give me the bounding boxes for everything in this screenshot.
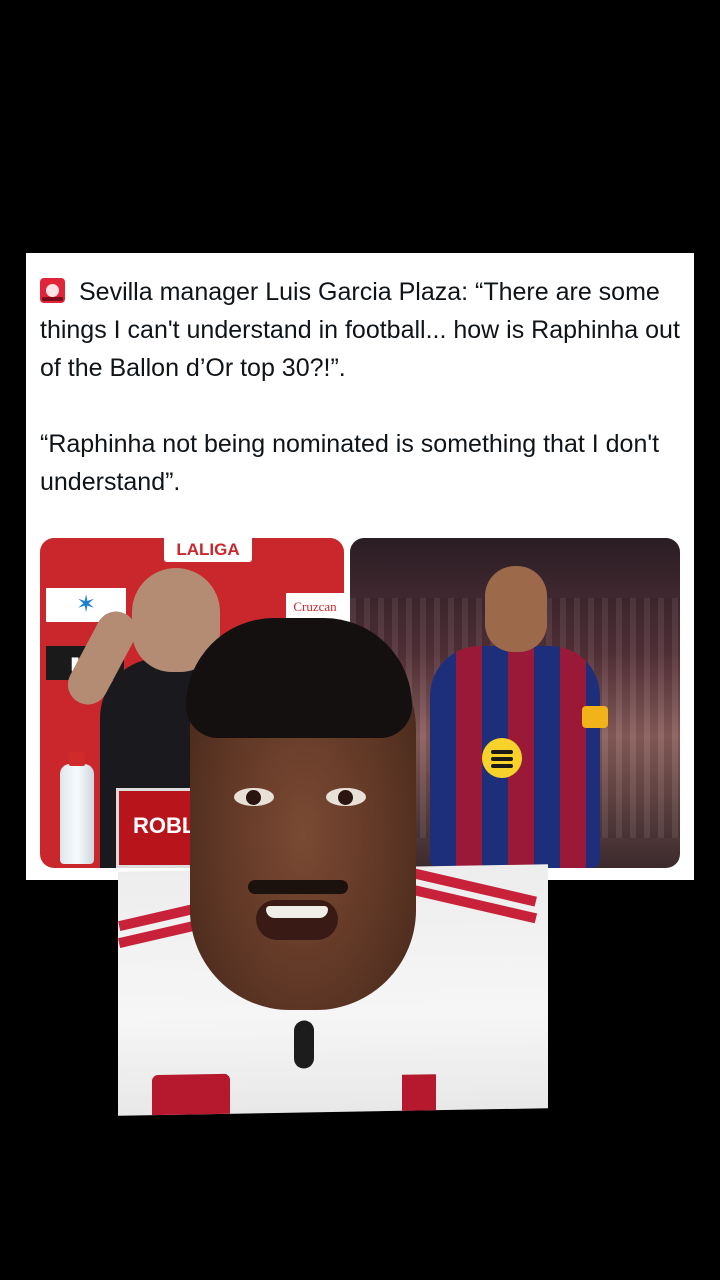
- captain-armband: [582, 706, 608, 728]
- tweet-paragraph-1: Sevilla manager Luis Garcia Plaza: “Ther…: [40, 273, 680, 387]
- tweet-paragraph-1-text: Sevilla manager Luis Garcia Plaza: “Ther…: [40, 278, 680, 382]
- player-head: [485, 566, 547, 652]
- water-bottle-icon: [60, 752, 94, 864]
- tweet-text: Sevilla manager Luis Garcia Plaza: “Ther…: [40, 273, 680, 501]
- rotating-light-icon: [40, 278, 65, 303]
- presenter-hair: [186, 618, 412, 738]
- shirt-crest-icon: [152, 1073, 230, 1116]
- tweet-paragraph-2: “Raphinha not being nominated is somethi…: [40, 430, 660, 496]
- shirt-logo-icon: [402, 1074, 436, 1111]
- presenter-mustache: [248, 880, 348, 894]
- lapel-microphone-icon: [294, 1020, 314, 1069]
- spotify-logo-icon: [482, 738, 522, 778]
- laliga-board-label: LALIGA: [164, 538, 252, 562]
- presenter-mouth: [256, 900, 338, 940]
- presenter-eye-right: [326, 788, 366, 806]
- presenter-eye-left: [234, 788, 274, 806]
